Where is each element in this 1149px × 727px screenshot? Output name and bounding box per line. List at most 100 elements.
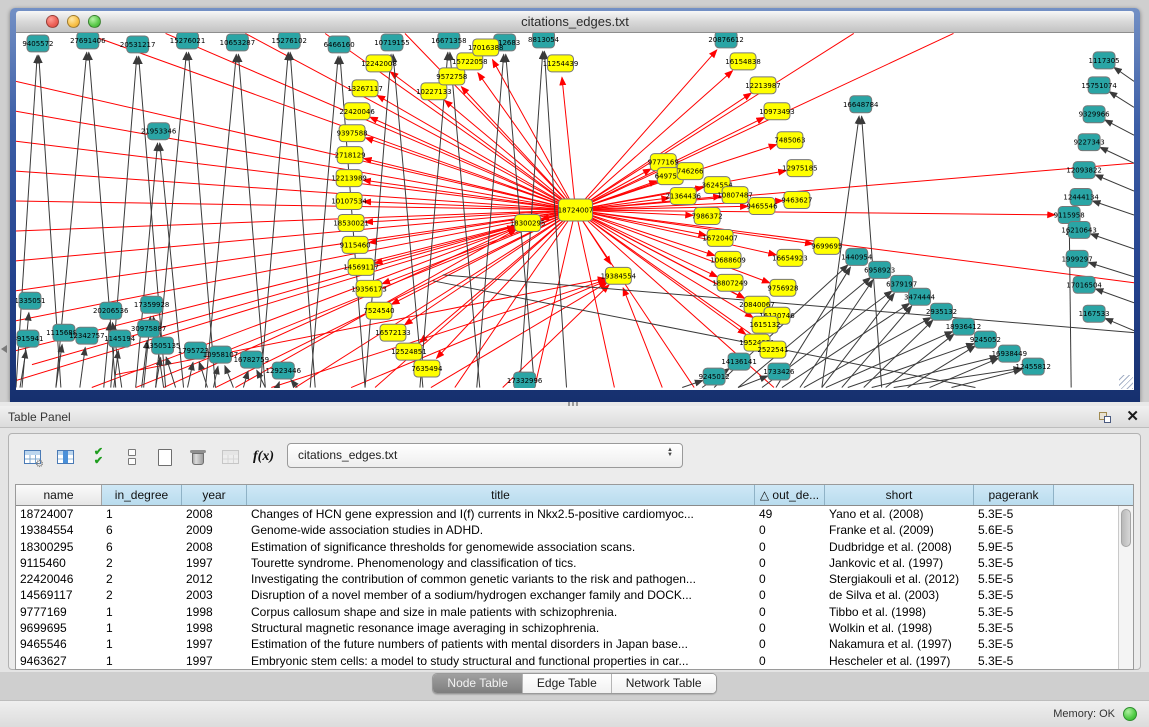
table-row[interactable]: 969969511998Structural magnetic resonanc… <box>16 620 1118 636</box>
table-cell[interactable]: Embryonic stem cells: a model to study s… <box>247 653 755 669</box>
table-cell[interactable]: 5.3E-5 <box>974 555 1054 571</box>
table-cell[interactable]: Tibbo et al. (1998) <box>825 604 974 620</box>
table-cell[interactable]: 1997 <box>182 636 247 652</box>
table-row[interactable]: 911546021997Tourette syndrome. Phenomeno… <box>16 555 1118 571</box>
table-cell[interactable]: Tourette syndrome. Phenomenology and cla… <box>247 555 755 571</box>
table-cell[interactable]: Investigating the contribution of common… <box>247 571 755 587</box>
table-cell[interactable]: 2008 <box>182 539 247 555</box>
table-cell[interactable]: Stergiakouli et al. (2012) <box>825 571 974 587</box>
validate-column-icon[interactable]: ✔✔ <box>85 444 112 471</box>
table-cell[interactable]: Structural magnetic resonance image aver… <box>247 620 755 636</box>
table-cell[interactable]: 1 <box>102 506 182 522</box>
table-selector-dropdown[interactable]: citations_edges.txt ▲▼ <box>287 443 683 468</box>
network-canvas[interactable]: 9405572276914062053121715276021106532871… <box>16 33 1134 390</box>
column-header-year[interactable]: year <box>182 485 247 505</box>
table-row[interactable]: 1872400712008Changes of HCN gene express… <box>16 506 1118 522</box>
table-cell[interactable]: 5.3E-5 <box>974 620 1054 636</box>
tab-network-table[interactable]: Network Table <box>612 674 716 693</box>
table-cell[interactable]: Estimation of the future numbers of pati… <box>247 636 755 652</box>
table-cell[interactable]: 49 <box>755 506 825 522</box>
float-panel-icon[interactable] <box>1099 409 1114 424</box>
delete-table-icon[interactable] <box>184 444 211 471</box>
table-cell[interactable]: 0 <box>755 539 825 555</box>
column-header-name[interactable]: name <box>16 485 102 505</box>
table-cell[interactable]: 0 <box>755 636 825 652</box>
column-header-in_degree[interactable]: in_degree <box>102 485 182 505</box>
table-cell[interactable]: 1998 <box>182 604 247 620</box>
table-cell[interactable]: 2 <box>102 587 182 603</box>
row-options-icon[interactable] <box>118 444 145 471</box>
table-row[interactable]: 2242004622012Investigating the contribut… <box>16 571 1118 587</box>
table-cell[interactable]: 0 <box>755 604 825 620</box>
function-builder-icon[interactable]: f(x) <box>250 444 277 471</box>
table-cell[interactable]: 1 <box>102 620 182 636</box>
table-cell[interactable]: Franke et al. (2009) <box>825 522 974 538</box>
minimize-window-icon[interactable] <box>67 15 80 28</box>
table-cell[interactable]: 5.6E-5 <box>974 522 1054 538</box>
table-cell[interactable]: 22420046 <box>16 571 102 587</box>
table-cell[interactable]: 9463627 <box>16 653 102 669</box>
table-cell[interactable]: Estimation of significance thresholds fo… <box>247 539 755 555</box>
table-cell[interactable]: 1998 <box>182 620 247 636</box>
table-cell[interactable]: 5.3E-5 <box>974 506 1054 522</box>
table-cell[interactable]: Hescheler et al. (1997) <box>825 653 974 669</box>
table-cell[interactable]: 5.3E-5 <box>974 636 1054 652</box>
table-cell[interactable]: 18300295 <box>16 539 102 555</box>
table-cell[interactable]: 2003 <box>182 587 247 603</box>
table-cell[interactable]: 5.3E-5 <box>974 604 1054 620</box>
window-titlebar[interactable]: citations_edges.txt <box>16 11 1134 33</box>
column-header-out_de[interactable]: △ out_de... <box>755 485 825 505</box>
table-cell[interactable]: 9777169 <box>16 604 102 620</box>
table-row[interactable]: 1830029562008Estimation of significance … <box>16 539 1118 555</box>
table-cell[interactable]: de Silva et al. (2003) <box>825 587 974 603</box>
table-cell[interactable]: 5.3E-5 <box>974 653 1054 669</box>
select-columns-icon[interactable] <box>52 444 79 471</box>
table-cell[interactable]: Jankovic et al. (1997) <box>825 555 974 571</box>
table-cell[interactable]: Corpus callosum shape and size in male p… <box>247 604 755 620</box>
table-row[interactable]: 946362711997Embryonic stem cells: a mode… <box>16 653 1118 669</box>
close-window-icon[interactable] <box>46 15 59 28</box>
column-settings-icon[interactable]: ⚙ <box>19 444 46 471</box>
table-cell[interactable]: 5.9E-5 <box>974 539 1054 555</box>
table-cell[interactable]: 2012 <box>182 571 247 587</box>
table-scrollbar-thumb[interactable] <box>1121 509 1131 547</box>
table-cell[interactable]: 2009 <box>182 522 247 538</box>
table-cell[interactable]: Yano et al. (2008) <box>825 506 974 522</box>
table-cell[interactable]: Nakamura et al. (1997) <box>825 636 974 652</box>
table-cell[interactable]: 0 <box>755 571 825 587</box>
table-cell[interactable]: 0 <box>755 653 825 669</box>
column-header-title[interactable]: title <box>247 485 755 505</box>
table-cell[interactable]: 0 <box>755 620 825 636</box>
table-cell[interactable]: Wolkin et al. (1998) <box>825 620 974 636</box>
tab-edge-table[interactable]: Edge Table <box>523 674 612 693</box>
table-cell[interactable]: 5.3E-5 <box>974 587 1054 603</box>
table-cell[interactable]: 19384554 <box>16 522 102 538</box>
table-cell[interactable]: 9115460 <box>16 555 102 571</box>
panel-collapse-arrow[interactable] <box>1 345 7 353</box>
table-cell[interactable]: Changes of HCN gene expression and I(f) … <box>247 506 755 522</box>
table-cell[interactable]: 2008 <box>182 506 247 522</box>
table-row[interactable]: 1938455462009Genome-wide association stu… <box>16 522 1118 538</box>
zoom-window-icon[interactable] <box>88 15 101 28</box>
table-cell[interactable]: 6 <box>102 522 182 538</box>
column-header-short[interactable]: short <box>825 485 974 505</box>
table-cell[interactable]: Disruption of a novel member of a sodium… <box>247 587 755 603</box>
table-cell[interactable]: Dudbridge et al. (2008) <box>825 539 974 555</box>
table-cell[interactable]: 9699695 <box>16 620 102 636</box>
table-cell[interactable]: 1997 <box>182 555 247 571</box>
window-resize-grip[interactable] <box>1119 375 1133 389</box>
table-cell[interactable]: 1 <box>102 636 182 652</box>
table-cell[interactable]: 1 <box>102 604 182 620</box>
table-row[interactable]: 946554611997Estimation of the future num… <box>16 636 1118 652</box>
table-scrollbar[interactable] <box>1118 506 1133 669</box>
table-cell[interactable]: 0 <box>755 587 825 603</box>
table-cell[interactable]: 6 <box>102 539 182 555</box>
table-cell[interactable]: 9465546 <box>16 636 102 652</box>
table-cell[interactable]: 0 <box>755 522 825 538</box>
table-cell[interactable]: 1 <box>102 653 182 669</box>
new-table-icon[interactable] <box>151 444 178 471</box>
table-cell[interactable]: 0 <box>755 555 825 571</box>
close-panel-icon[interactable]: ✕ <box>1126 409 1139 424</box>
table-cell[interactable]: 1997 <box>182 653 247 669</box>
table-row[interactable]: 977716911998Corpus callosum shape and si… <box>16 604 1118 620</box>
